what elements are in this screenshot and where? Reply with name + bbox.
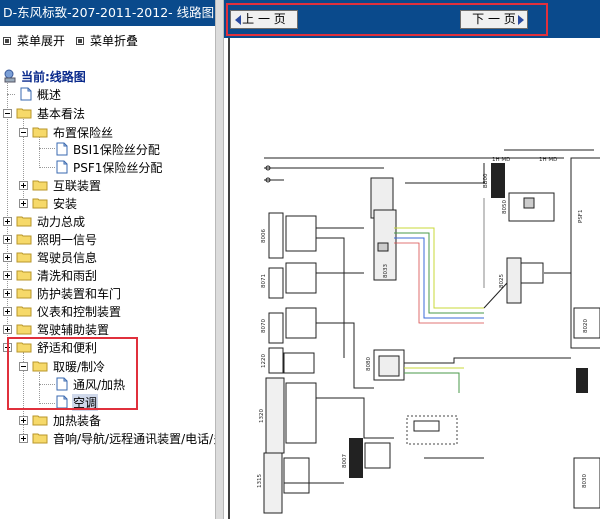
- tree-item-driver-info[interactable]: 驾驶员信息: [3, 248, 98, 266]
- collapse-icon: [76, 36, 84, 45]
- diagram-label: 1H MD: [492, 157, 510, 163]
- tree-item-label: 布置保险丝: [53, 125, 114, 140]
- diagram-label: 8007: [342, 454, 348, 468]
- tree-item-label: 基本看法: [37, 106, 86, 121]
- expand-menu-button[interactable]: 菜单展开: [3, 32, 65, 49]
- expand-toggle-icon[interactable]: [19, 433, 28, 443]
- highlight-box: [7, 337, 138, 410]
- folder-open-icon: [16, 108, 32, 119]
- tree-item-label: 动力总成: [37, 214, 86, 229]
- diagram-label: 8070: [261, 319, 267, 333]
- tree-item-label: 照明一信号: [37, 232, 98, 247]
- diagram-label: BB00: [483, 173, 489, 188]
- tree-item-fuse-layout[interactable]: 布置保险丝: [19, 123, 114, 141]
- tree-item-heater[interactable]: 加热装备: [19, 411, 102, 429]
- folder-open-icon: [32, 127, 48, 138]
- tree-item-powertrain[interactable]: 动力总成: [3, 212, 86, 230]
- tree-item-protection[interactable]: 防护装置和车门: [3, 284, 122, 302]
- document-icon: [56, 160, 68, 174]
- folder-icon: [16, 306, 32, 317]
- collapse-toggle-icon[interactable]: [19, 127, 28, 137]
- diagram-label: 1220: [261, 354, 267, 368]
- folder-icon: [16, 324, 32, 335]
- tree-item-lighting[interactable]: 照明一信号: [3, 230, 98, 248]
- tree-item-basic[interactable]: 基本看法: [3, 104, 86, 122]
- diagram-label: PSF1: [578, 210, 584, 223]
- tree-root-label: 当前:线路图: [21, 69, 86, 84]
- collapse-menu-button[interactable]: 菜单折叠: [76, 32, 138, 49]
- tree-item-psf1[interactable]: PSF1保险丝分配: [54, 158, 163, 176]
- diagram-label: C001: [582, 374, 588, 388]
- expand-toggle-icon[interactable]: [3, 324, 12, 334]
- expand-icon: [3, 36, 11, 45]
- tree-item-bsi1[interactable]: BSI1保险丝分配: [54, 140, 161, 158]
- expand-menu-label: 菜单展开: [17, 34, 66, 48]
- tree-item-overview[interactable]: 概述: [18, 85, 62, 103]
- expand-toggle-icon[interactable]: [19, 198, 28, 208]
- tree-item-install[interactable]: 安装: [19, 194, 78, 212]
- tree-item-label: 互联装置: [53, 178, 102, 193]
- menu-toolbar: 菜单展开 菜单折叠: [0, 28, 215, 52]
- folder-icon: [32, 415, 48, 426]
- diagram-label: 8050: [502, 200, 508, 214]
- wiring-diagram: 1H MD 1H MD BB00 PSF1 8050 8033 8025 800…: [224, 38, 600, 519]
- wiring-diagram-svg: 1H MD 1H MD BB00 PSF1 8050 8033 8025 800…: [228, 38, 600, 519]
- expand-toggle-icon[interactable]: [3, 216, 12, 226]
- tree-root[interactable]: 当前:线路图: [3, 67, 87, 85]
- diagram-label: 1H MD: [539, 157, 557, 163]
- tree-item-label: 音响/导航/远程通讯装置/电话/多: [53, 431, 215, 446]
- tree-item-instruments[interactable]: 仪表和控制装置: [3, 302, 122, 320]
- tree-item-label: PSF1保险丝分配: [73, 160, 163, 175]
- collapse-menu-label: 菜单折叠: [90, 34, 139, 48]
- tree-item-interconnect[interactable]: 互联装置: [19, 176, 102, 194]
- diagram-label: 8020: [583, 319, 589, 333]
- diagram-label: 8080: [366, 357, 372, 371]
- content-pane: 上 一 页 下 一 页 1H MD 1H MD BB00 PSF1 8050 8…: [224, 0, 600, 519]
- folder-icon: [16, 288, 32, 299]
- highlight-box: [226, 3, 548, 36]
- tree-item-wash-wipe[interactable]: 清洗和雨刮: [3, 266, 98, 284]
- tree-item-label: 防护装置和车门: [37, 286, 122, 301]
- diagram-label: 1320: [259, 409, 265, 423]
- diagram-label: 1315: [257, 474, 263, 488]
- folder-icon: [16, 252, 32, 263]
- collapse-toggle-icon[interactable]: [3, 108, 12, 118]
- folder-icon: [32, 180, 48, 191]
- tree-item-label: 加热装备: [53, 413, 102, 428]
- folder-icon: [32, 198, 48, 209]
- expand-toggle-icon[interactable]: [3, 306, 12, 316]
- expand-toggle-icon[interactable]: [19, 180, 28, 190]
- tree-item-audio[interactable]: 音响/导航/远程通讯装置/电话/多: [19, 429, 215, 447]
- tree-item-label: BSI1保险丝分配: [73, 142, 160, 157]
- diagram-label: 8071: [261, 274, 267, 288]
- expand-toggle-icon[interactable]: [3, 288, 12, 298]
- expand-toggle-icon[interactable]: [3, 234, 12, 244]
- tree-item-label: 驾驶员信息: [37, 250, 98, 265]
- page-nav-bar: 上 一 页 下 一 页: [224, 0, 600, 38]
- folder-icon: [16, 216, 32, 227]
- tree-item-label: 安装: [53, 196, 78, 211]
- folder-icon: [16, 270, 32, 281]
- folder-icon: [16, 234, 32, 245]
- pane-splitter[interactable]: [215, 0, 224, 519]
- navigation-pane: D-东风标致-207-2011-2012- 线路图 菜单展开 菜单折叠 当前:线…: [0, 0, 215, 519]
- expand-toggle-icon[interactable]: [3, 252, 12, 262]
- expand-toggle-icon[interactable]: [3, 270, 12, 280]
- diagram-label: 8033: [383, 264, 389, 278]
- diagram-label: 8030: [582, 474, 588, 488]
- document-icon: [20, 87, 32, 101]
- document-icon: [56, 142, 68, 156]
- tree-item-driving-aid[interactable]: 驾驶辅助装置: [3, 320, 110, 338]
- window-title: D-东风标致-207-2011-2012- 线路图: [0, 0, 215, 26]
- tree-item-label: 驾驶辅助装置: [37, 322, 110, 337]
- tree-item-label: 清洗和雨刮: [37, 268, 98, 283]
- tree-item-label: 概述: [37, 87, 62, 102]
- diagram-label: 8006: [261, 229, 267, 243]
- diagram-label: 8025: [499, 274, 505, 288]
- computer-icon: [4, 69, 16, 83]
- tree-item-label: 仪表和控制装置: [37, 304, 122, 319]
- folder-icon: [32, 433, 48, 444]
- expand-toggle-icon[interactable]: [19, 415, 28, 425]
